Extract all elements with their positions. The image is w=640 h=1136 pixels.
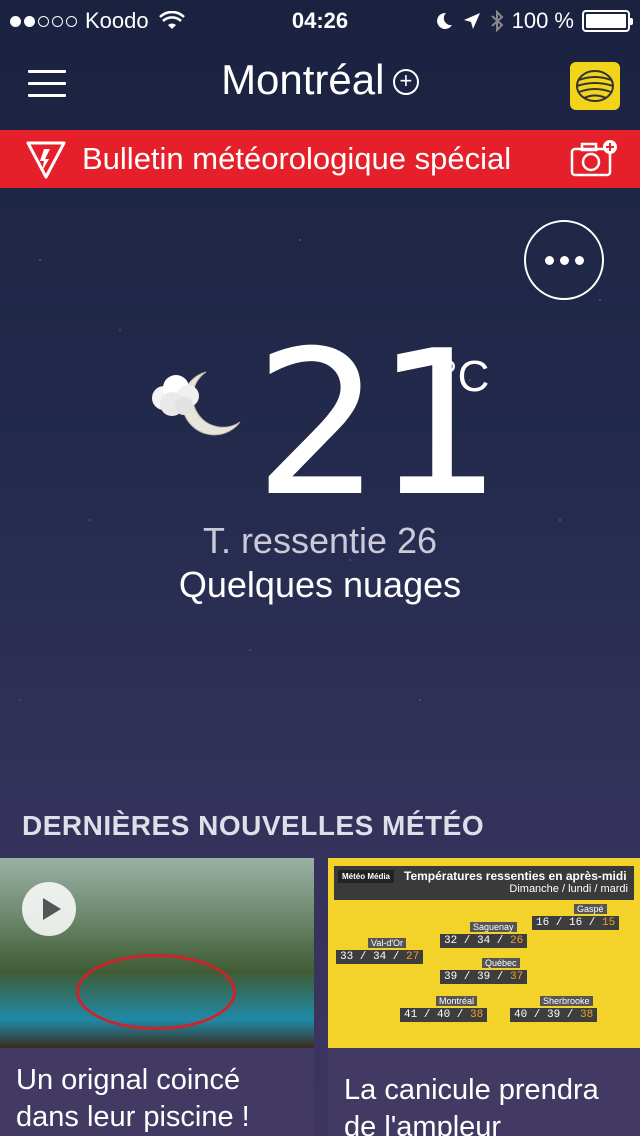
alert-text[interactable]: Bulletin météorologique spécial [82, 141, 511, 177]
news-thumbnail[interactable] [0, 858, 314, 1048]
feels-like-temperature: T. ressentie 26 [202, 520, 438, 561]
news-headline[interactable]: Un orignal coincé dans leur piscine ! [16, 1062, 304, 1136]
map-temp-values: 41 / 40 / 38 [400, 1008, 488, 1022]
map-title: Températures ressenties en après-midi [404, 869, 627, 883]
city-name[interactable]: Montréal [221, 56, 384, 103]
map-header: Météo Média Températures ressenties en a… [334, 866, 634, 900]
highlight-circle [76, 954, 236, 1030]
temperature-unit: °C [440, 352, 490, 401]
news-headline[interactable]: La canicule prendra de l'ampleur [344, 1072, 630, 1136]
battery-percent: 100 % [511, 8, 574, 33]
status-bar: Koodo 04:26 100 % [0, 0, 640, 40]
map-city-label: Gaspé [574, 904, 607, 914]
map-city-label: Sherbrooke [540, 996, 593, 1006]
map-temp-values: 32 / 34 / 26 [440, 934, 528, 948]
meteomedia-logo: Météo Média [338, 870, 395, 883]
map-subtitle: Dimanche / lundi / mardi [509, 883, 628, 895]
weather-condition: Quelques nuages [178, 564, 462, 605]
battery-icon [582, 10, 633, 32]
map-city-label: Montréal [436, 996, 478, 1006]
camera-add-icon[interactable] [570, 139, 618, 179]
news-card[interactable]: Un orignal coincé dans leur piscine ! [0, 858, 314, 1136]
special-weather-bulletin-banner[interactable]: Bulletin météorologique spécial [0, 130, 640, 188]
news-section-title: DERNIÈRES NOUVELLES MÉTÉO [22, 810, 485, 841]
map-city-label: Québec [482, 958, 520, 968]
map-temp-values: 33 / 34 / 27 [336, 950, 424, 964]
map-city-label: Saguenay [470, 922, 517, 932]
play-video-icon[interactable] [22, 882, 76, 936]
do-not-disturb-moon-icon [436, 12, 452, 29]
map-temp-values: 39 / 39 / 37 [440, 970, 528, 984]
night-partly-cloudy-icon [152, 371, 241, 436]
app-header: Montréal + [0, 40, 640, 128]
map-temp-values: 16 / 16 / 15 [532, 916, 620, 930]
map-temp-values: 40 / 39 / 38 [510, 1008, 598, 1022]
bluetooth-icon [490, 10, 504, 32]
location-arrow-icon [463, 13, 480, 29]
status-right: 100 % [434, 8, 633, 34]
warning-shield-icon [26, 141, 66, 179]
city-selector[interactable]: Montréal + [0, 56, 640, 104]
news-card[interactable]: Météo Média Températures ressenties en a… [328, 858, 640, 1136]
news-thumbnail-map[interactable]: Météo Média Températures ressenties en a… [328, 858, 640, 1048]
add-city-icon[interactable]: + [392, 69, 419, 95]
map-city-label: Val-d'Or [368, 938, 407, 948]
weather-network-logo-icon[interactable] [570, 62, 620, 110]
more-options-button[interactable] [524, 220, 604, 300]
